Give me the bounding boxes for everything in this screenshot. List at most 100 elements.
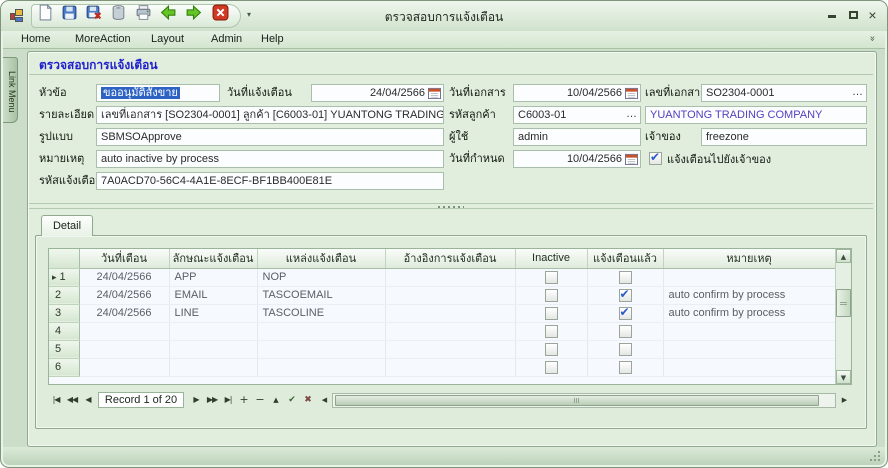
notify-owner-label: แจ้งเตือนไปยังเจ้าของ [667, 153, 771, 168]
doc-date-label: วันที่เอกสาร [449, 86, 506, 101]
table-row[interactable]: ▸1 24/04/2566 APP NOP [49, 268, 835, 286]
table-row[interactable]: 6 [49, 358, 835, 376]
inactive-checkbox[interactable] [545, 271, 558, 284]
app-window: ▾ ตรวจสอบการแจ้งเตือน × Home MoreAction … [0, 0, 888, 468]
table-row[interactable]: 3 24/04/2566 LINE TASCOLINE auto confirm… [49, 304, 835, 322]
minimize-button[interactable] [823, 9, 840, 23]
row-focus-icon: ▸ [52, 273, 57, 283]
nav-delete-button[interactable]: − [252, 392, 268, 408]
notify-owner-checkbox[interactable] [649, 152, 662, 165]
menu-moreaction[interactable]: MoreAction [71, 33, 135, 45]
splitter[interactable] [29, 203, 873, 209]
inactive-checkbox[interactable] [545, 325, 558, 338]
detail-label: รายละเอียด [39, 108, 94, 123]
user-label: ผู้ใช้ [449, 130, 468, 145]
record-navigator: |◀ ◀◀ ◀ Record 1 of 20 ▶ ▶▶ ▶| + − ▲ ✔ ✖… [48, 392, 852, 409]
nav-cancel-button[interactable]: ✖ [300, 392, 316, 408]
close-button[interactable]: × [864, 9, 881, 23]
hscroll-left-icon[interactable]: ◀ [316, 392, 332, 408]
indicator-header [49, 249, 79, 268]
notify-date-field[interactable]: 24/04/2566 [311, 84, 444, 102]
notified-checkbox[interactable] [619, 343, 632, 356]
customer-code-field[interactable]: C6003-01 … [513, 106, 641, 124]
window-title: ตรวจสอบการแจ้งเตือน [1, 8, 887, 27]
ellipsis-button[interactable]: … [626, 107, 637, 122]
column-header-ref[interactable]: อ้างอิงการแจ้งเตือน [385, 249, 515, 268]
doc-date-field[interactable]: 10/04/2566 [513, 84, 641, 102]
calendar-icon[interactable] [428, 87, 441, 99]
notify-code-field[interactable]: 7A0ACD70-56C4-4A1E-8ECF-BF1BB400E81E [96, 172, 444, 190]
nav-prev-page-button[interactable]: ◀◀ [64, 392, 80, 408]
title-bar: ▾ ตรวจสอบการแจ้งเตือน × [1, 1, 887, 31]
column-header-date[interactable]: วันที่เตือน [79, 249, 169, 268]
horizontal-scrollbar[interactable] [332, 393, 836, 408]
inactive-checkbox[interactable] [545, 343, 558, 356]
inactive-checkbox[interactable] [545, 289, 558, 302]
topic-field[interactable]: ขออนุมัติสั่งขาย [96, 84, 220, 102]
menu-help[interactable]: Help [257, 33, 288, 45]
column-header-type[interactable]: ลักษณะแจ้งเตือน [169, 249, 257, 268]
inactive-checkbox[interactable] [545, 361, 558, 374]
menu-collapse-chevron-icon[interactable]: » [866, 35, 877, 41]
menu-home[interactable]: Home [17, 33, 54, 45]
format-field[interactable]: SBMSOApprove [96, 128, 444, 146]
remark-label: หมายเหตุ [39, 152, 84, 167]
owner-field[interactable]: freezone [701, 128, 867, 146]
record-count-label: Record 1 of 20 [98, 392, 184, 408]
vertical-scrollbar[interactable]: ▲ ▼ [835, 249, 851, 384]
column-header-remark[interactable]: หมายเหตุ [663, 249, 835, 268]
inactive-checkbox[interactable] [545, 307, 558, 320]
doc-no-label: เลขที่เอกสาร [645, 86, 706, 101]
menu-bar: Home MoreAction Layout Admin Help » [3, 31, 885, 49]
nav-post-button[interactable]: ✔ [284, 392, 300, 408]
tab-detail[interactable]: Detail [41, 215, 93, 236]
resize-grip[interactable] [870, 451, 880, 461]
maximize-button[interactable] [845, 9, 862, 23]
calendar-icon[interactable] [625, 87, 638, 99]
hscroll-right-icon[interactable]: ▶ [836, 392, 852, 408]
splitter-grip-icon [438, 206, 464, 208]
notified-checkbox[interactable] [619, 325, 632, 338]
table-row[interactable]: 4 [49, 322, 835, 340]
scroll-up-icon[interactable]: ▲ [836, 249, 851, 263]
header-divider [29, 74, 873, 75]
page-title: ตรวจสอบการแจ้งเตือน [39, 56, 158, 75]
nav-first-button[interactable]: |◀ [48, 392, 64, 408]
nav-prev-button[interactable]: ◀ [80, 392, 96, 408]
topic-label: หัวข้อ [39, 86, 67, 101]
notified-checkbox[interactable] [619, 289, 632, 302]
nav-next-button[interactable]: ▶ [188, 392, 204, 408]
column-header-inactive[interactable]: Inactive [515, 249, 587, 268]
detail-grid: วันที่เตือน ลักษณะแจ้งเตือน แหล่งแจ้งเตื… [48, 248, 852, 385]
user-field[interactable]: admin [513, 128, 641, 146]
nav-append-button[interactable]: + [236, 392, 252, 408]
customer-name-field[interactable]: YUANTONG TRADING COMPANY [645, 106, 867, 124]
calendar-icon[interactable] [625, 153, 638, 165]
table-row[interactable]: 5 [49, 340, 835, 358]
menu-admin[interactable]: Admin [207, 33, 246, 45]
customer-code-label: รหัสลูกค้า [449, 108, 496, 123]
notified-checkbox[interactable] [619, 361, 632, 374]
table-row[interactable]: 2 24/04/2566 EMAIL TASCOEMAIL auto confi… [49, 286, 835, 304]
scroll-down-icon[interactable]: ▼ [836, 370, 851, 384]
format-label: รูปแบบ [39, 130, 73, 145]
detail-field[interactable]: เลขที่เอกสาร [SO2304-0001] ลูกค้า [C6003… [96, 106, 444, 124]
nav-last-button[interactable]: ▶| [220, 392, 236, 408]
ellipsis-button[interactable]: … [852, 85, 863, 100]
remark-field[interactable]: auto inactive by process [96, 150, 444, 168]
nav-next-page-button[interactable]: ▶▶ [204, 392, 220, 408]
menu-layout[interactable]: Layout [147, 33, 188, 45]
link-menu-tab[interactable]: Link Menu [3, 57, 18, 123]
nav-edit-button[interactable]: ▲ [268, 392, 284, 408]
due-date-field[interactable]: 10/04/2566 [513, 150, 641, 168]
doc-no-field[interactable]: SO2304-0001 … [701, 84, 867, 102]
horizontal-scroll-thumb[interactable] [335, 395, 819, 406]
vertical-scroll-thumb[interactable] [836, 289, 851, 317]
column-header-source[interactable]: แหล่งแจ้งเตือน [257, 249, 385, 268]
notified-checkbox[interactable] [619, 307, 632, 320]
status-bar [3, 447, 885, 465]
notify-code-label: รหัสแจ้งเตือน [39, 174, 103, 189]
notified-checkbox[interactable] [619, 271, 632, 284]
owner-label: เจ้าของ [645, 130, 681, 145]
column-header-notified[interactable]: แจ้งเตือนแล้ว [587, 249, 663, 268]
